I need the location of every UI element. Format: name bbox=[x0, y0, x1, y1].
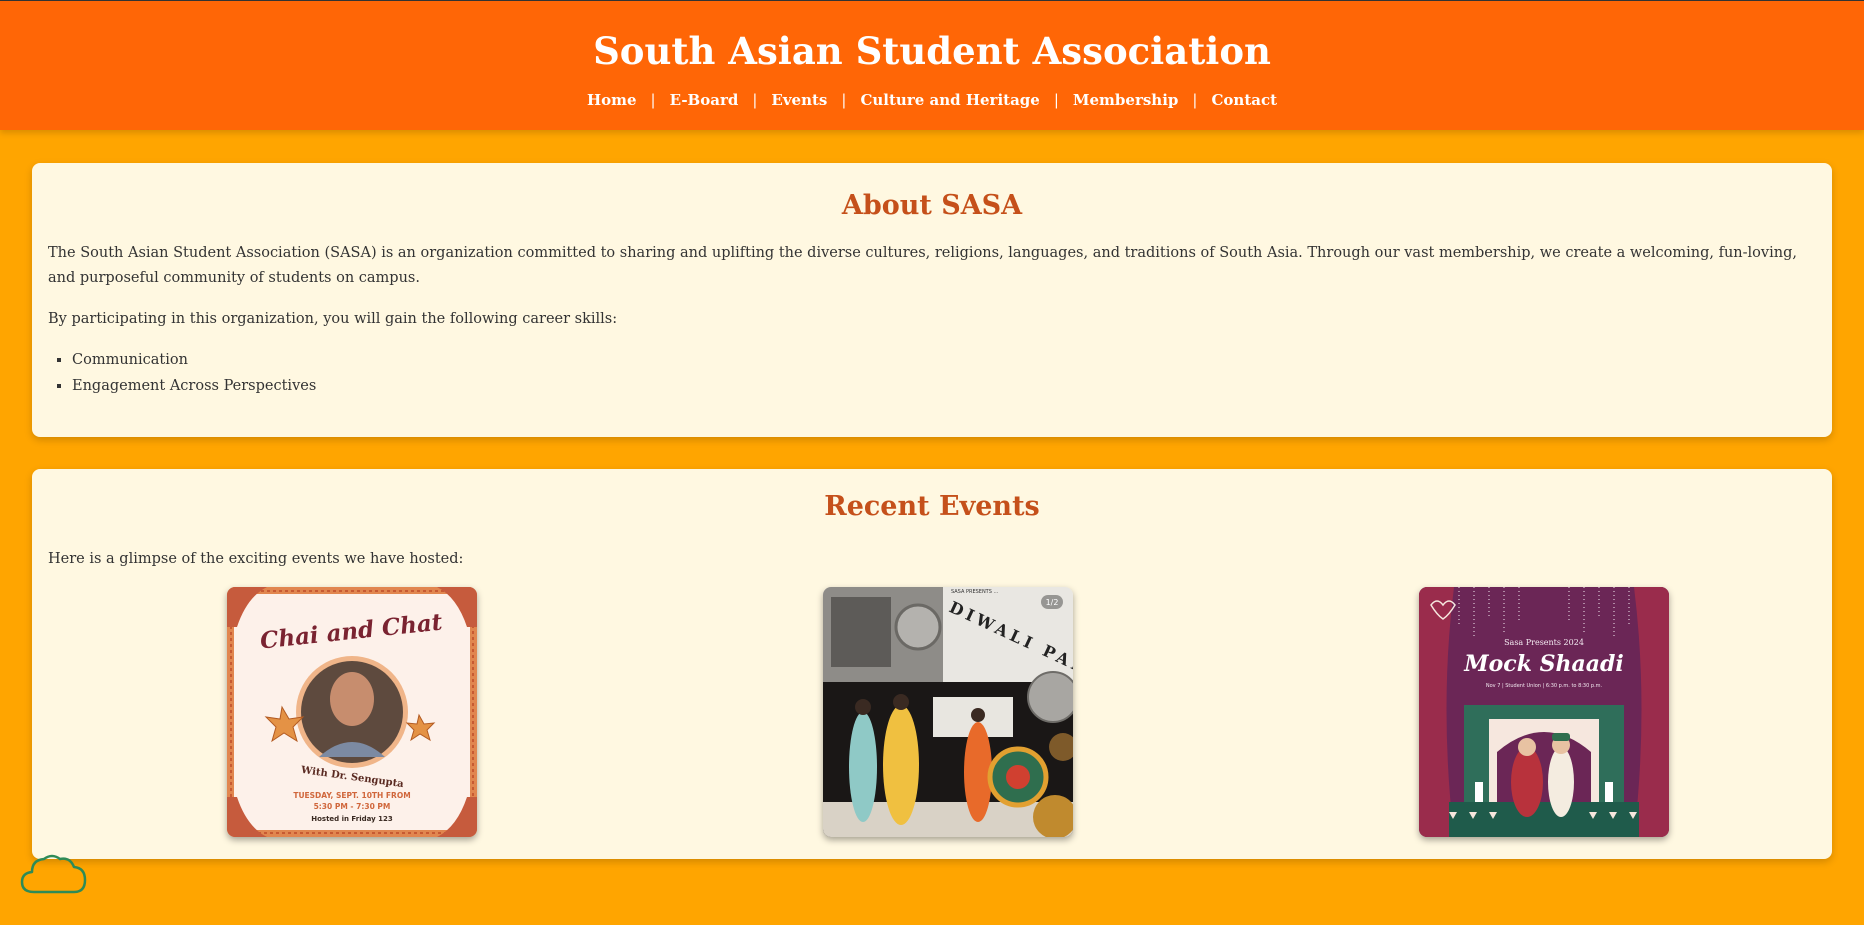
nav-membership[interactable]: Membership bbox=[1073, 91, 1179, 109]
events-section: Recent Events Here is a glimpse of the e… bbox=[32, 469, 1832, 859]
nav-separator: | bbox=[1192, 91, 1198, 109]
nav-separator: | bbox=[841, 91, 847, 109]
nav-separator: | bbox=[650, 91, 656, 109]
list-item: Engagement Across Perspectives bbox=[72, 373, 1816, 399]
poster-date: TUESDAY, SEPT. 10TH FROM bbox=[293, 791, 410, 800]
poster-location: Hosted in Friday 123 bbox=[311, 815, 393, 823]
list-item: Communication bbox=[72, 347, 1816, 373]
poster-title: Mock Shaadi bbox=[1463, 651, 1623, 677]
nav-e-board[interactable]: E-Board bbox=[670, 91, 739, 109]
event-gallery: Chai and Chat With Dr. Sengupta TUESDAY,… bbox=[48, 587, 1816, 839]
nav-separator: | bbox=[1053, 91, 1059, 109]
poster-time: 5:30 PM - 7:30 PM bbox=[314, 802, 391, 811]
about-section: About SASA The South Asian Student Assoc… bbox=[32, 163, 1832, 437]
poster-top-text: SASA PRESENTS ... bbox=[951, 589, 999, 595]
nav-events[interactable]: Events bbox=[771, 91, 827, 109]
nav-separator: | bbox=[752, 91, 758, 109]
about-paragraph: The South Asian Student Association (SAS… bbox=[48, 245, 1797, 286]
nav-culture-heritage[interactable]: Culture and Heritage bbox=[860, 91, 1039, 109]
events-heading: Recent Events bbox=[824, 491, 1040, 522]
site-title: South Asian Student Association bbox=[593, 29, 1271, 73]
events-intro: Here is a glimpse of the exciting events… bbox=[48, 551, 464, 567]
cloud-icon[interactable] bbox=[20, 852, 88, 900]
poster-presenter: Sasa Presents 2024 bbox=[1504, 638, 1584, 647]
skills-intro: By participating in this organization, y… bbox=[48, 311, 618, 327]
nav-home[interactable]: Home bbox=[587, 91, 637, 109]
main-nav: Home | E-Board | Events | Culture and Heritage… bbox=[0, 91, 1864, 109]
event-poster-mock-shaadi[interactable]: Sasa Presents 2024 Mock Shaadi Nov 7 | S… bbox=[1419, 587, 1669, 837]
event-poster-diwali-party[interactable]: SASA PRESENTS ... DIWALI PARTY 1/2 bbox=[823, 587, 1073, 837]
site-header: South Asian Student Association Home | E-B… bbox=[0, 0, 1864, 130]
skills-list: Communication Engagement Across Perspect… bbox=[48, 347, 1816, 399]
poster-details: Nov 7 | Student Union | 6:30 p.m. to 8:3… bbox=[1486, 683, 1603, 689]
nav-contact[interactable]: Contact bbox=[1211, 91, 1277, 109]
event-poster-chai-and-chat[interactable]: Chai and Chat With Dr. Sengupta TUESDAY,… bbox=[227, 587, 477, 837]
about-heading: About SASA bbox=[841, 190, 1023, 221]
image-counter: 1/2 bbox=[1046, 598, 1059, 607]
